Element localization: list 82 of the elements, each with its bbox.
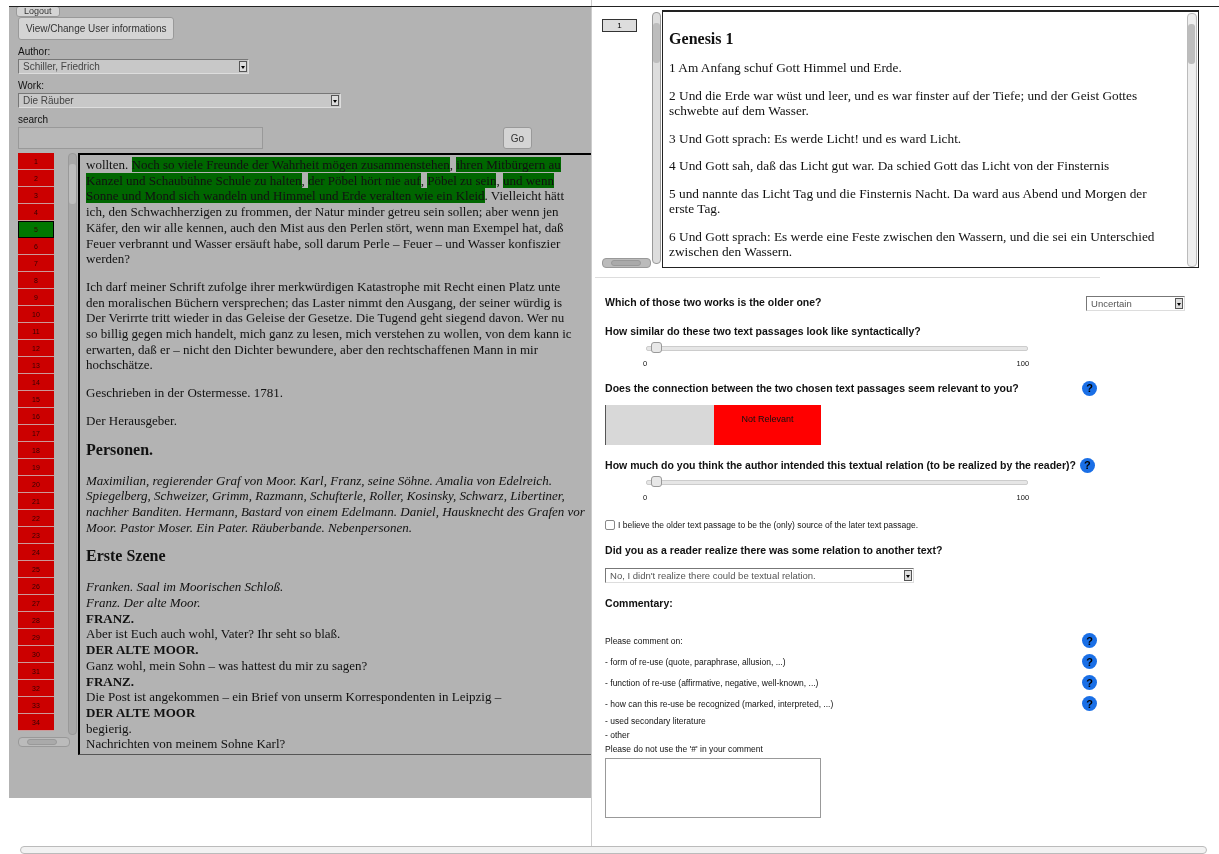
verse-text: 6 Und Gott sprach: Es werde eine Feste zwischen den Wassern, und die sei ein Unterschied zwischen den Wassern. — [669, 228, 1156, 260]
text-line: nachher Banditen. Hermann, Bastard von einem Edelmann. Daniel, Hausknecht des Grafen vor — [86, 503, 586, 520]
line-number-button[interactable]: 1 — [602, 19, 638, 32]
text-line: Franz. Der alte Moor. — [86, 595, 202, 611]
comment-hint-text: Please comment on: — [605, 635, 683, 646]
commentary-heading: Commentary: — [605, 597, 673, 609]
slider-thumb[interactable] — [650, 342, 662, 353]
text-line: Kanzel und Schaubühne Schule zu halten, der Pöbel hört nie auf, Pöbel zu sein, und wenn — [86, 172, 555, 189]
comment-hint-text: - how can this re-use be recognized (marked, interpreted, ...) — [605, 698, 834, 709]
text-line: so billig gegen mich handelt, mich ganz zu lesen, mich verstehen zu wollen, von dem kann ic — [86, 326, 573, 342]
text-line: begierig. — [86, 720, 133, 737]
comment-hint-text: - function of re-use (affirmative, negative, well-known, ...) — [605, 677, 819, 688]
text-line: DER ALTE MOOR. — [86, 642, 200, 658]
search-field[interactable] — [18, 127, 263, 149]
search-label: search — [18, 114, 49, 125]
help-icon[interactable]: ? — [1082, 696, 1098, 711]
text-line: den moralischen Büchern versprechen; das Laster nimmt den Ausgang, der seiner würdig is — [86, 294, 564, 311]
section-heading: Erste Szene — [86, 547, 167, 566]
text-line: werden? — [86, 251, 132, 267]
text-line: hochschätze. — [86, 357, 154, 374]
horizontal-scrollbar[interactable] — [20, 846, 1207, 854]
text-line: Feuer verbrannt und Wasser ersäuft habe, soll darum Perle – Feuer – und Wasser konfiszier — [86, 235, 562, 252]
author-label: Author: — [18, 46, 52, 57]
text-line: Ich darf meiner Schrift zufolge ihrer merkwürdigen Katastrophe mit Recht einen Platz unte — [86, 278, 562, 295]
help-icon[interactable]: ? — [1082, 633, 1098, 648]
question-label: Does the connection between the two chosen text passages seem relevant to you? — [605, 382, 1019, 394]
text-line: Spiegelberg, Schweizer, Grimm, Razmann, Schufterle, Roller, Kosinsky, Schwarz, Libertiner, — [86, 488, 566, 504]
text-line: Geschrieben in der Ostermesse. 1781. — [86, 385, 285, 401]
verse-text: 1 Am Anfang schuf Gott Himmel und Erde. — [669, 60, 903, 76]
work-select[interactable]: Die Räuber — [18, 93, 341, 108]
section-heading: Genesis 1 — [669, 30, 735, 48]
text-line: Käfer, den wir alle kennen, auch den Mist aus den Perlen stört, wenn man Exempel hat, daß — [86, 219, 565, 236]
relevance-toggle[interactable]: Not Relevant — [605, 405, 822, 445]
older-work-select[interactable]: Uncertain — [1086, 295, 1186, 311]
horizontal-scrollbar[interactable] — [602, 258, 652, 268]
question-label: Did you as a reader realize there was some relation to another text? — [605, 544, 943, 556]
comment-field[interactable] — [605, 758, 822, 818]
question-label: How similar do these two text passages look like syntactically? — [605, 325, 921, 337]
vertical-scrollbar[interactable] — [68, 153, 77, 735]
author-select[interactable]: Schiller, Friedrich — [18, 59, 249, 74]
text-line: Die Post ist angekommen – ein Brief von unserm Korrespondenten in Leipzig – — [86, 689, 503, 705]
comment-hint-text: Please do not use the '#' in your comment — [605, 744, 763, 754]
realization-select[interactable]: No, I didn't realize there could be textual relation. — [605, 568, 915, 583]
text-line: Maximilian, regierender Graf von Moor. Karl, Franz, seine Söhne. Amalia von Edelreich. — [86, 472, 553, 489]
go-button[interactable]: Go — [502, 127, 532, 149]
comment-hint-text: - other — [605, 730, 630, 740]
checkbox-label: I believe the older text passage to be the (only) source of the later text passage. — [618, 520, 919, 530]
question-label: Which of those two works is the older one? — [605, 296, 822, 308]
text-line: ich, den Schwachherzigen zu frommen, der Natur minder getreu sein sollen; aber wenn jen — [86, 204, 560, 220]
verse-text: 4 Und Gott sah, daß das Licht gut war. Da schied Gott das Licht von der Finsternis — [669, 158, 1111, 174]
help-icon[interactable]: ? — [1082, 654, 1098, 669]
text-line: Ganz wohl, mein Sohn – was hattest du mir zu sagen? — [86, 657, 369, 674]
question-label: How much do you think the author intended this textual relation (to be realized by the reader)? — [605, 459, 1076, 471]
help-icon[interactable]: ? — [1082, 380, 1098, 396]
comment-hint-text: - used secondary literature — [605, 716, 706, 726]
text-line: DER ALTE MOOR — [86, 705, 197, 721]
text-line: Der Herausgeber. — [86, 412, 178, 429]
checkbox[interactable] — [605, 520, 616, 530]
slider-thumb[interactable] — [650, 476, 662, 487]
text-line: Aber ist Euch auch wohl, Vater? Ihr seht so blaß. — [86, 626, 342, 643]
text-line: wollten. Noch so viele Freunde der Wahrheit mögen zusammenstehen, ihren Mitbürgern au — [86, 157, 562, 173]
text-line: Nachrichten von meinem Sohne Karl? — [86, 736, 287, 753]
vertical-scrollbar[interactable] — [1187, 13, 1198, 267]
text-line: Sonne und Mond sich wandeln und Himmel und Erde veralten wie ein Kleid. Vielleicht hätt — [86, 188, 566, 205]
verse-text: 3 Und Gott sprach: Es werde Licht! und es ward Licht. — [669, 130, 963, 146]
help-icon[interactable]: ? — [1079, 457, 1095, 473]
verse-text: 5 und nannte das Licht Tag und die Finsternis Nacht. Da ward aus Abend und Morgen der erste Tag. — [669, 185, 1148, 217]
text-line: Der Verirrte tritt wieder in das Geleise der Gesetze. Die Tugend geht siegend davon. Wer nu — [86, 310, 566, 327]
verse-text: 2 Und die Erde war wüst und leer, und es war finster auf der Tiefe; und der Geist Gottes schwebte auf dem Wasser. — [669, 87, 1139, 119]
toggle-label: Not Relevant — [714, 405, 822, 445]
horizontal-scrollbar[interactable] — [18, 737, 70, 747]
section-heading: Personen. — [86, 440, 155, 459]
comment-hint-text: - form of re-use (quote, paraphrase, allusion, ...) — [605, 656, 786, 667]
vertical-scrollbar[interactable] — [652, 12, 662, 264]
text-line: erwarten, daß er – nicht den Dichter bewundere, aber den rechtschaffenen Mann in mir — [86, 341, 540, 358]
text-line: FRANZ. — [86, 673, 136, 690]
help-icon[interactable]: ? — [1082, 675, 1098, 690]
text-line: Moor. Pastor Moser. Ein Pater. Räuberbande. Nebenpersonen. — [86, 519, 414, 536]
work-label: Work: — [18, 80, 45, 91]
text-line: FRANZ. — [86, 610, 136, 627]
user-info-button[interactable]: View/Change User informations — [18, 17, 175, 40]
text-line: Franken. Saal im Moorischen Schloß. — [86, 579, 285, 596]
